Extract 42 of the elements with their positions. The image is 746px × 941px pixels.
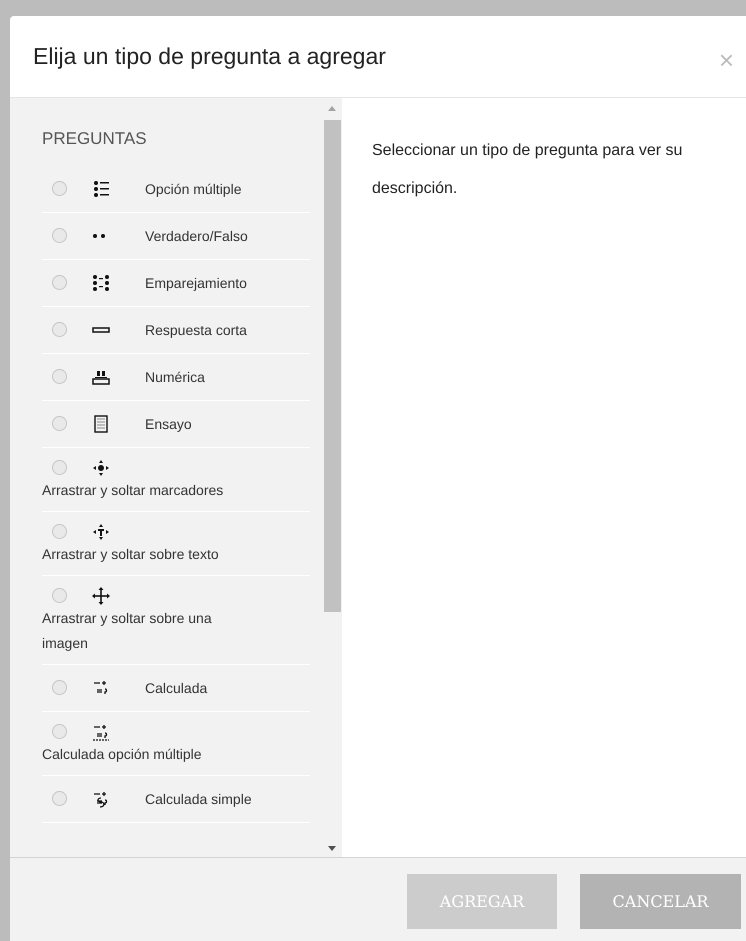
move-text-icon: [92, 522, 110, 540]
radio-button[interactable]: [52, 275, 67, 290]
scroll-up-arrow-icon[interactable]: [328, 106, 336, 111]
cancel-button[interactable]: CANCELAR: [580, 874, 741, 929]
radio-button[interactable]: [52, 680, 67, 695]
text-field-icon: [92, 326, 110, 332]
question-type-label: Arrastrar y soltar sobre una imagen: [42, 610, 212, 650]
list-icon: [92, 180, 110, 198]
question-type-label: Ensayo: [145, 414, 192, 434]
radio-button[interactable]: [52, 791, 67, 806]
two-dots-icon: [92, 232, 106, 238]
scroll-down-arrow-icon[interactable]: [328, 846, 336, 851]
matching-icon: [92, 274, 110, 292]
radio-button[interactable]: [52, 588, 67, 603]
radio-button[interactable]: [52, 181, 67, 196]
question-type-label: Arrastrar y soltar marcadores: [42, 482, 224, 498]
formula-list-icon: [92, 722, 110, 740]
radio-button[interactable]: [52, 322, 67, 337]
document-icon: [92, 414, 110, 432]
question-type-label: Verdadero/Falso: [145, 226, 248, 246]
radio-button[interactable]: [52, 724, 67, 739]
radio-button[interactable]: [52, 524, 67, 539]
close-button[interactable]: ×: [718, 46, 734, 72]
description-text: Seleccionar un tipo de pregunta para ver su descripción.: [372, 141, 684, 199]
question-type-label: Opción múltiple: [145, 180, 242, 199]
move-marker-icon: [92, 458, 110, 476]
section-heading: PREGUNTAS: [42, 128, 148, 150]
formula-icon: [92, 678, 110, 696]
radio-button[interactable]: [52, 228, 67, 243]
question-type-label: Calculada simple: [145, 790, 252, 809]
move-cross-icon: [92, 586, 110, 604]
question-type-label: Respuesta corta: [145, 320, 247, 340]
dialog-title: Elija un tipo de pregunta a agregar: [33, 42, 386, 72]
question-type-label: Calculada opción múltiple: [42, 746, 202, 762]
question-type-label: Numérica: [145, 368, 205, 386]
question-type-label: Arrastrar y soltar sobre texto: [42, 546, 219, 562]
radio-button[interactable]: [52, 460, 67, 475]
radio-button[interactable]: [52, 369, 67, 384]
question-type-label: Emparejamiento: [145, 274, 247, 293]
radio-button[interactable]: [52, 416, 67, 431]
question-type-label: Calculada: [145, 678, 208, 698]
formula-icon: [92, 790, 110, 808]
